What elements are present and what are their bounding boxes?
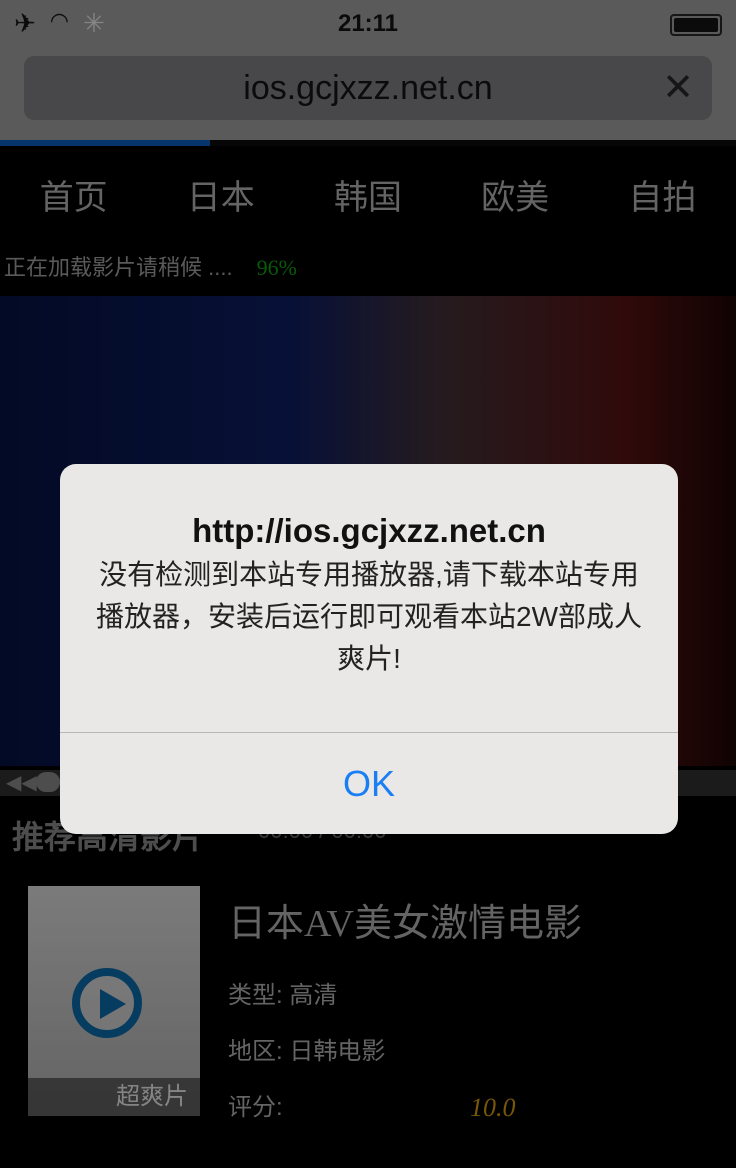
alert-message: 没有检测到本站专用播放器,请下载本站专用播放器，安装后运行即可观看本站2W部成人…: [96, 559, 643, 674]
alert-title: http://ios.gcjxzz.net.cn: [192, 512, 546, 549]
alert-dialog: http://ios.gcjxzz.net.cn 没有检测到本站专用播放器,请下…: [60, 464, 678, 834]
ok-button[interactable]: OK: [60, 733, 678, 834]
